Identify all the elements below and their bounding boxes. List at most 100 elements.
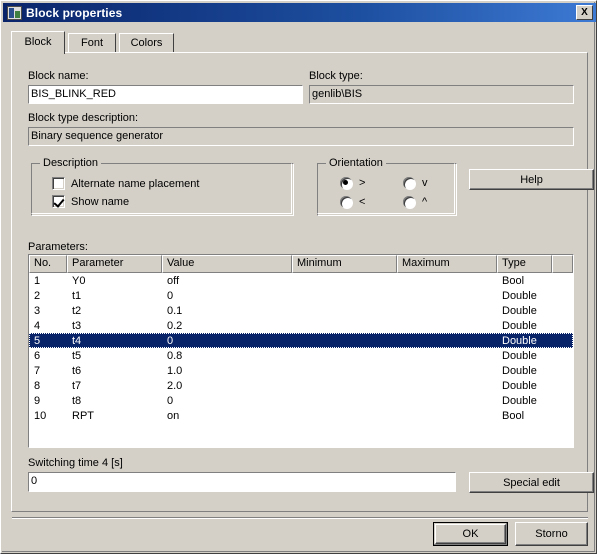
- special-edit-button[interactable]: Special edit: [469, 472, 594, 493]
- table-row[interactable]: 5 t4 0 Double: [29, 333, 573, 348]
- radio-icon-orientation-right: [340, 177, 352, 189]
- tab-strip: Block Font Colors: [11, 31, 588, 54]
- description-group-title: Description: [40, 157, 102, 169]
- cell-value: 1.0: [167, 364, 183, 377]
- cell-type: Double: [502, 289, 537, 302]
- title-bar[interactable]: Block properties X: [3, 3, 596, 22]
- radio-orientation-down[interactable]: v: [403, 177, 428, 189]
- cell-parameter: t5: [72, 349, 82, 362]
- block-type-input[interactable]: genlib\BIS: [309, 85, 574, 104]
- parameters-header: No. Parameter Value Minimum Maximum Type: [29, 255, 573, 273]
- column-header-value[interactable]: Value: [162, 255, 292, 273]
- editor-label: Switching time 4 [s]: [28, 457, 123, 469]
- ok-button[interactable]: OK: [433, 522, 508, 546]
- column-header-no[interactable]: No.: [29, 255, 67, 273]
- titlebar-buttons: X: [576, 5, 594, 20]
- cell-parameter: RPT: [72, 409, 94, 422]
- help-button[interactable]: Help: [469, 169, 594, 190]
- radio-label-orientation-down: v: [422, 177, 428, 189]
- block-properties-icon: [7, 5, 22, 20]
- checkbox-icon-show-name: [52, 195, 65, 208]
- tab-font[interactable]: Font: [68, 33, 116, 53]
- ok-button-label: OK: [462, 528, 479, 540]
- radio-label-orientation-up: ^: [422, 196, 428, 208]
- cell-type: Double: [502, 379, 537, 392]
- table-row[interactable]: 10 RPT on Bool: [29, 408, 573, 423]
- table-row[interactable]: 3 t2 0.1 Double: [29, 303, 573, 318]
- cell-parameter: Y0: [72, 274, 86, 287]
- cell-value: 2.0: [167, 379, 183, 392]
- cell-parameter: t8: [72, 394, 82, 407]
- checkbox-label-show-name: Show name: [71, 195, 130, 208]
- column-header-spacer[interactable]: [552, 255, 573, 273]
- cell-no: 3: [34, 304, 41, 317]
- cell-value: off: [167, 274, 180, 287]
- cell-type: Double: [502, 304, 537, 317]
- block-type-description-input: Binary sequence generator: [28, 127, 574, 146]
- radio-label-orientation-right: >: [359, 177, 366, 189]
- radio-icon-orientation-down: [403, 177, 415, 189]
- table-row[interactable]: 7 t6 1.0 Double: [29, 363, 573, 378]
- block-name-input[interactable]: BIS_BLINK_RED: [28, 85, 303, 104]
- cell-parameter: t3: [72, 319, 82, 332]
- cell-type: Double: [502, 334, 537, 347]
- cell-type: Bool: [502, 274, 525, 287]
- checkbox-icon-alternate-name-placement: [52, 177, 65, 190]
- table-row[interactable]: 4 t3 0.2 Double: [29, 318, 573, 333]
- cell-no: 7: [34, 364, 41, 377]
- cell-parameter: t7: [72, 379, 82, 392]
- block-properties-dialog: Block properties X Block Font Colors Blo…: [0, 0, 597, 554]
- cell-type: Bool: [502, 409, 525, 422]
- cell-no: 1: [34, 274, 41, 287]
- block-type-description-label: Block type description:: [28, 112, 139, 124]
- cell-type: Double: [502, 349, 537, 362]
- cell-no: 9: [34, 394, 41, 407]
- cell-no: 5: [34, 334, 41, 347]
- cell-parameter: t4: [72, 334, 82, 347]
- cell-value: 0: [167, 394, 174, 407]
- parameters-rows: 1 Y0 off Bool 2 t1 0 Double 3 t2 0.1 Double 4 t3 0.2 Do…: [29, 273, 573, 423]
- table-row[interactable]: 2 t1 0 Double: [29, 288, 573, 303]
- editor-value-input[interactable]: 0: [28, 472, 456, 492]
- description-group: Description Alternate name placement Sho…: [31, 157, 294, 216]
- radio-orientation-left[interactable]: <: [340, 196, 365, 208]
- table-row[interactable]: 1 Y0 off Bool: [29, 273, 573, 288]
- cell-type: Double: [502, 394, 537, 407]
- radio-orientation-up[interactable]: ^: [403, 196, 427, 208]
- cell-value: 0: [167, 289, 174, 302]
- orientation-group-title: Orientation: [326, 157, 386, 169]
- cell-type: Double: [502, 319, 537, 332]
- table-row[interactable]: 8 t7 2.0 Double: [29, 378, 573, 393]
- radio-orientation-right[interactable]: >: [340, 177, 365, 189]
- block-tab-page: Block name: BIS_BLINK_RED Block type: ge…: [11, 52, 594, 512]
- cell-value: 0: [167, 334, 174, 347]
- table-row[interactable]: 6 t5 0.8 Double: [29, 348, 573, 363]
- cell-no: 8: [34, 379, 41, 392]
- cell-no: 2: [34, 289, 41, 302]
- tab-block[interactable]: Block: [11, 31, 65, 54]
- checkbox-show-name[interactable]: Show name: [52, 195, 129, 208]
- cell-parameter: t1: [72, 289, 82, 302]
- column-header-minimum[interactable]: Minimum: [292, 255, 397, 273]
- radio-label-orientation-left: <: [359, 196, 366, 208]
- block-type-label: Block type:: [309, 70, 363, 82]
- orientation-group: Orientation > v < ^: [317, 157, 457, 216]
- cell-no: 4: [34, 319, 41, 332]
- radio-icon-orientation-left: [340, 196, 352, 208]
- parameters-list[interactable]: No. Parameter Value Minimum Maximum Type…: [28, 254, 574, 448]
- cell-value: 0.8: [167, 349, 183, 362]
- column-header-type[interactable]: Type: [497, 255, 552, 273]
- cell-value: 0.1: [167, 304, 183, 317]
- cell-value: 0.2: [167, 319, 183, 332]
- column-header-maximum[interactable]: Maximum: [397, 255, 497, 273]
- cell-parameter: t6: [72, 364, 82, 377]
- table-row[interactable]: 9 t8 0 Double: [29, 393, 573, 408]
- column-header-parameter[interactable]: Parameter: [67, 255, 162, 273]
- cancel-button[interactable]: Storno: [515, 522, 588, 546]
- checkbox-label-alternate-name-placement: Alternate name placement: [71, 177, 200, 190]
- checkbox-alternate-name-placement[interactable]: Alternate name placement: [52, 177, 199, 190]
- tab-colors[interactable]: Colors: [119, 33, 174, 53]
- parameters-label: Parameters:: [28, 241, 88, 253]
- close-icon[interactable]: X: [576, 5, 593, 20]
- cell-parameter: t2: [72, 304, 82, 317]
